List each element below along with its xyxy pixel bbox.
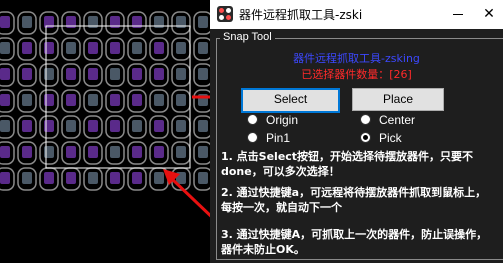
pad	[198, 68, 208, 80]
pad	[66, 146, 76, 158]
pad	[22, 146, 32, 158]
tool-title: 器件远程抓取工具-zsking	[293, 52, 420, 65]
pad	[88, 172, 98, 184]
pad	[66, 94, 76, 106]
pad	[154, 94, 164, 106]
pad	[110, 68, 120, 80]
pad	[176, 94, 186, 106]
pad	[198, 16, 208, 28]
pad	[0, 68, 10, 80]
pad	[176, 68, 186, 80]
pad	[110, 42, 120, 54]
pad	[154, 146, 164, 158]
pad	[22, 172, 32, 184]
pad	[0, 172, 10, 184]
pad	[88, 42, 98, 54]
pad	[22, 68, 32, 80]
radio-origin-dot[interactable]	[247, 114, 258, 125]
pad	[88, 94, 98, 106]
pad	[0, 16, 10, 28]
pad	[0, 120, 10, 132]
pad	[198, 120, 208, 132]
pad	[88, 146, 98, 158]
pad	[22, 42, 32, 54]
group-label: Snap Tool	[220, 31, 275, 43]
pad	[110, 172, 120, 184]
pad	[110, 120, 120, 132]
pad	[132, 172, 142, 184]
pad	[154, 42, 164, 54]
radio-pin1-dot[interactable]	[247, 132, 258, 143]
pad	[22, 16, 32, 28]
pad	[132, 68, 142, 80]
pad	[154, 68, 164, 80]
instruction-3: 3. 通过快捷键A，可抓取上一次的器件，防止误操作，器件未防止OK。	[221, 228, 488, 256]
pad	[0, 94, 10, 106]
pad	[176, 120, 186, 132]
instruction-2: 2. 通过快捷键a，可远程将待摆放器件抓取到鼠标上，每按一次，就自动下一个	[221, 186, 487, 214]
select-button[interactable]: Select	[241, 88, 340, 113]
pad	[132, 42, 142, 54]
radio-pick-label: Pick	[379, 131, 402, 145]
selected-count: 已选择器件数量：[26]	[301, 68, 412, 81]
title-bar[interactable]: 器件远程抓取工具-zski ✕	[210, 0, 503, 29]
pad	[66, 120, 76, 132]
minimize-icon[interactable]	[444, 3, 472, 25]
pad	[22, 120, 32, 132]
pad	[44, 172, 54, 184]
pad	[0, 146, 10, 158]
pad	[198, 146, 208, 158]
pad	[66, 172, 76, 184]
close-icon[interactable]: ✕	[475, 3, 503, 25]
pad	[132, 94, 142, 106]
radio-center-label: Center	[379, 113, 416, 127]
pad	[154, 120, 164, 132]
instruction-1: 1. 点击Select按钮，开始选择待摆放器件，只要不done，可以多次选择！	[221, 150, 474, 178]
radio-center-dot[interactable]	[360, 114, 371, 125]
pad	[176, 146, 186, 158]
pad	[198, 42, 208, 54]
pad	[176, 42, 186, 54]
window-title: 器件远程抓取工具-zski	[239, 8, 363, 22]
pad	[132, 120, 142, 132]
app-icon	[217, 6, 233, 22]
pad	[66, 68, 76, 80]
radio-pin1-label: Pin1	[266, 131, 291, 145]
pad	[88, 68, 98, 80]
pad	[22, 94, 32, 106]
pad	[132, 146, 142, 158]
radio-origin-label: Origin	[266, 113, 299, 127]
pad	[0, 42, 10, 54]
pad	[88, 120, 98, 132]
place-button[interactable]: Place	[352, 88, 444, 111]
pad	[66, 42, 76, 54]
radio-pick-dot[interactable]	[360, 132, 371, 143]
pad	[110, 94, 120, 106]
snap-tool-window: 器件远程抓取工具-zski ✕ Snap Tool 器件远程抓取工具-zskin…	[210, 0, 503, 263]
pad	[110, 146, 120, 158]
